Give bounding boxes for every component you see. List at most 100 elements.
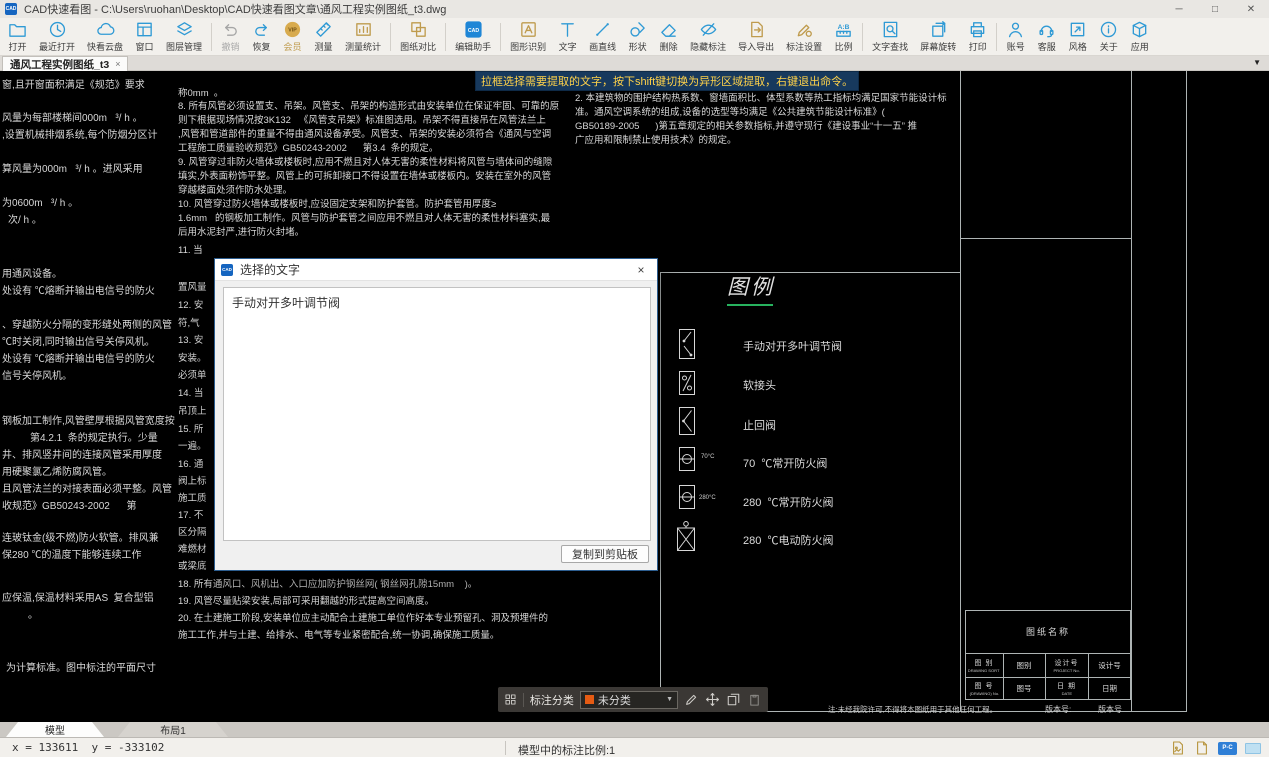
selected-text-area[interactable]: 手动对开多叶调节阀 [223, 287, 651, 541]
support-icon [1037, 20, 1056, 39]
copy-to-clipboard-button[interactable]: 复制到剪贴板 [561, 545, 649, 563]
tab-drawing[interactable]: 通风工程实例图纸_t3 × [2, 56, 128, 71]
copy-annotation-icon[interactable] [726, 692, 741, 707]
tab-layout1[interactable]: 布局1 [118, 722, 228, 737]
toolbar-label: 打开 [8, 40, 26, 53]
legend-item-label: 止回阀 [743, 417, 776, 433]
toolbar-text-button[interactable]: 文字 [552, 19, 583, 55]
toolbar-open-button[interactable]: 打开 [2, 19, 33, 55]
measure-icon [314, 20, 333, 39]
move-annotation-icon [705, 692, 720, 707]
toolbar-label: 窗口 [136, 40, 154, 53]
toolbar-measure-stats-button[interactable]: 测量统计 [339, 19, 387, 55]
tab-list-caret-icon[interactable]: ▼ [1253, 58, 1261, 67]
import-export-icon [747, 20, 766, 39]
window-title: CAD快速看图 - C:\Users\ruohan\Desktop\CAD快速看… [24, 1, 446, 17]
move-annotation-icon[interactable] [705, 692, 720, 707]
panel-toggle-icon[interactable] [1245, 743, 1261, 754]
cad-text-line: 收规范》GB50243-2002 第 [2, 497, 137, 512]
close-button[interactable]: ✕ [1233, 0, 1269, 18]
toolbar-edit-assistant-button[interactable]: CAD编辑助手 [449, 19, 497, 55]
cad-text-line: 2. 本建筑物的围护结构热系数、窗墙面积比、体型系数等热工指标均满足国家节能设计… [575, 90, 947, 104]
edit-annotation-icon [684, 692, 699, 707]
toolbar-vip-button[interactable]: VIP会员 [277, 19, 308, 55]
toolbar-undo-button[interactable]: 撤销 [215, 19, 246, 55]
toolbar-style-button[interactable]: 风格 [1062, 19, 1093, 55]
title-block-cell: 图号 [1003, 677, 1045, 699]
toolbar-delete-button[interactable]: 删除 [653, 19, 684, 55]
document-tabbar: 通风工程实例图纸_t3 × ▼ [0, 56, 1269, 71]
toolbar-apps-button[interactable]: 应用 [1124, 19, 1155, 55]
annotation-category-dropdown[interactable]: 未分类 ▼ [580, 691, 678, 709]
tab-model[interactable]: 模型 [6, 722, 104, 737]
legend-item-label: 软接头 [743, 377, 776, 393]
toolbar-measure-button[interactable]: 测量 [308, 19, 339, 55]
window-controls: ─ □ ✕ [1161, 0, 1269, 18]
export-image-icon[interactable] [1170, 740, 1186, 756]
cad-line [660, 272, 961, 273]
toolbar-label: 编辑助手 [455, 40, 491, 53]
drawing-compare-icon [409, 20, 428, 39]
toolbar-separator [211, 23, 212, 51]
annotation-settings-icon [795, 20, 814, 39]
window-titlebar: CAD CAD快速看图 - C:\Users\ruohan\Desktop\CA… [0, 0, 1269, 18]
apps-icon [1130, 20, 1149, 39]
legend-symbol-check [679, 407, 695, 440]
paste-annotation-icon[interactable] [747, 692, 762, 707]
toolbar-separator [500, 23, 501, 51]
toolbar-recent-open-button[interactable]: 最近打开 [33, 19, 81, 55]
legend-title: 图例 [727, 271, 775, 301]
toolbar-label: 标注设置 [786, 40, 822, 53]
print-icon [968, 20, 987, 39]
shapes-icon [628, 20, 647, 39]
toolbar-account-button[interactable]: 账号 [1000, 19, 1031, 55]
cad-line [965, 699, 1131, 700]
toolbar-label: 应用 [1131, 40, 1149, 53]
toolbar-rotate-screen-button[interactable]: 屏幕旋转 [914, 19, 962, 55]
toolbar-label: 会员 [284, 40, 302, 53]
edit-annotation-icon[interactable] [684, 692, 699, 707]
cad-text-line: 安装。 [178, 350, 207, 364]
cad-text-line: 为0600m ³/ h 。 [2, 194, 78, 209]
toolbar-shape-recognize-button[interactable]: 图形识别 [504, 19, 552, 55]
pc-sync-icon[interactable]: P-C [1218, 742, 1237, 755]
toolbar-hide-annotation-button[interactable]: 隐藏标注 [684, 19, 732, 55]
tab-close-icon[interactable]: × [115, 59, 120, 69]
recent-open-icon [48, 20, 67, 39]
toolbar-shapes-button[interactable]: 形状 [622, 19, 653, 55]
toolbar-window-button[interactable]: 窗口 [129, 19, 160, 55]
maximize-button[interactable]: □ [1197, 0, 1233, 18]
toolbar-find-text-button[interactable]: 文字查找 [866, 19, 914, 55]
toolbar-draw-line-button[interactable]: 画直线 [583, 19, 622, 55]
cad-text-line: 称0mm 。 [178, 85, 223, 99]
cloud-drive-icon [96, 20, 115, 39]
cad-text-line: 连玻钛金(级不燃)防火软管。排风兼 [2, 529, 159, 544]
open-icon [8, 20, 27, 39]
cad-text-line: 符,气 [178, 315, 200, 329]
dialog-close-icon[interactable]: × [631, 263, 651, 277]
style-icon [1068, 20, 1087, 39]
minimize-button[interactable]: ─ [1161, 0, 1197, 18]
toolbar-import-export-button[interactable]: 导入导出 [732, 19, 780, 55]
toolbar-print-button[interactable]: 打印 [962, 19, 993, 55]
toolbar-layer-manager-button[interactable]: 图层管理 [160, 19, 208, 55]
dialog-titlebar[interactable]: CAD 选择的文字 × [215, 259, 657, 281]
annotation-grid-icon[interactable] [504, 693, 517, 706]
cad-text-line: 窗,且开窗面积满足《规范》要求 [2, 76, 145, 91]
export-pdf-icon[interactable] [1194, 740, 1210, 756]
toolbar-scale-button[interactable]: A:B比例 [828, 19, 859, 55]
cad-text-line: 1.6mm 的钢板加工制作。风管与防护套管之间应用不燃且对人体无害的柔性材料塞实… [178, 210, 550, 224]
cad-text-line: 阀上标 [178, 473, 207, 487]
toolbar-cloud-drive-button[interactable]: 快看云盘 [81, 19, 129, 55]
toolbar-drawing-compare-button[interactable]: 图纸对比 [394, 19, 442, 55]
cad-text-line: 13. 安 [178, 332, 203, 346]
toolbar-redo-button[interactable]: 恢复 [246, 19, 277, 55]
toolbar-label: 删除 [660, 40, 678, 53]
toolbar-annotation-settings-button[interactable]: 标注设置 [780, 19, 828, 55]
title-block-cell: 图 号 (DRAWING) No. [965, 677, 1003, 699]
cad-text-line: 20. 在土建施工阶段,安装单位应主动配合土建施工单位作好本专业预留孔、洞及预埋… [178, 610, 548, 624]
cad-text-line: 8. 所有风管必须设置支、吊架。风管支、吊架的构造形式由安装单位在保证牢固、可靠… [178, 98, 559, 112]
toolbar-support-button[interactable]: 客服 [1031, 19, 1062, 55]
toolbar-about-button[interactable]: 关于 [1093, 19, 1124, 55]
separator [523, 693, 524, 707]
